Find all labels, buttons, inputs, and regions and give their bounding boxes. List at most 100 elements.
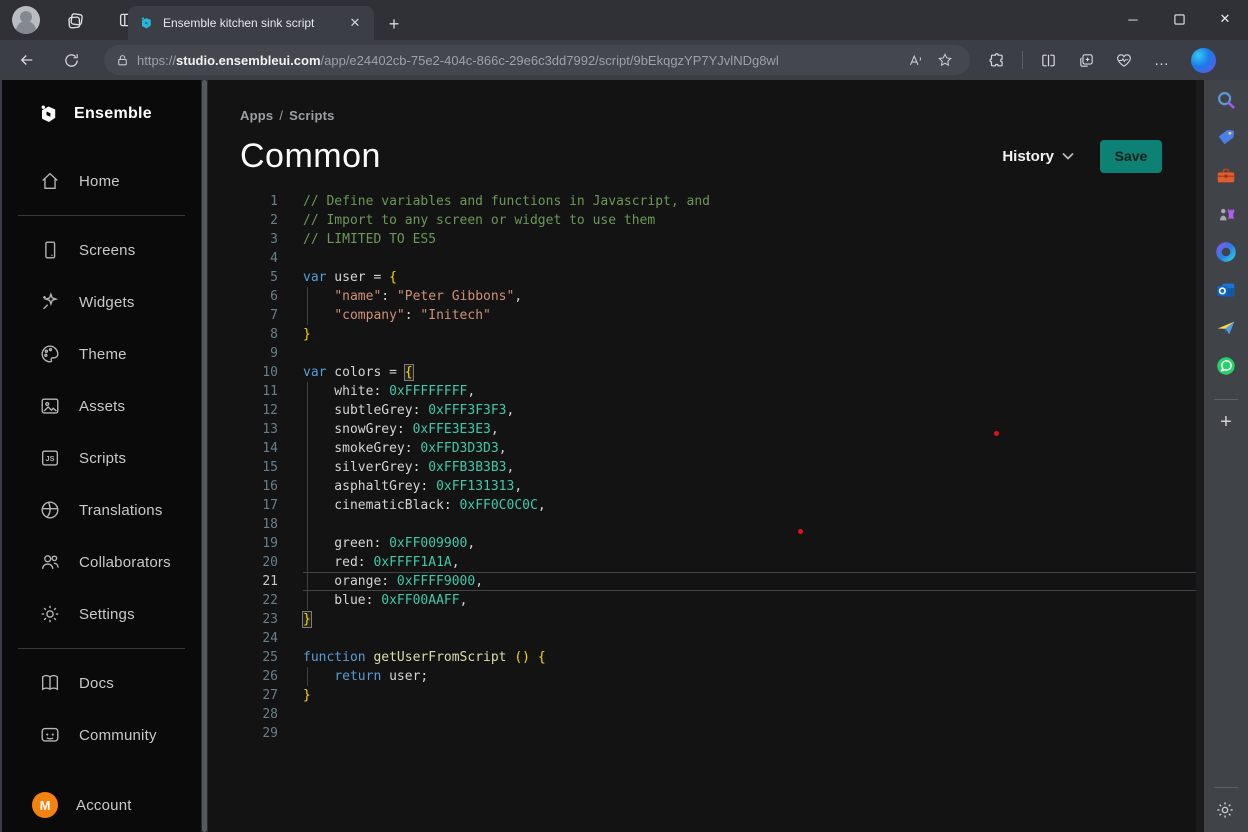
sidebar-item-collaborators[interactable]: Collaborators xyxy=(2,536,201,588)
address-bar[interactable]: https://studio.ensembleui.com/app/e24402… xyxy=(104,45,970,75)
sidebar-item-account[interactable]: M Account xyxy=(2,778,201,832)
editor-line[interactable]: 28 xyxy=(208,705,1196,724)
save-button[interactable]: Save xyxy=(1100,140,1162,173)
games-icon[interactable] xyxy=(1215,203,1237,225)
ensemble-logo-icon xyxy=(36,102,60,126)
sidebar-item-label: Assets xyxy=(79,398,125,415)
window-minimize-button[interactable]: ─ xyxy=(1110,0,1156,38)
translations-icon xyxy=(39,499,61,521)
breadcrumb-scripts[interactable]: Scripts xyxy=(289,108,334,123)
split-screen-icon[interactable] xyxy=(1031,44,1065,76)
sidebar-divider xyxy=(18,215,185,216)
editor-line[interactable]: 1// Define variables and functions in Ja… xyxy=(208,192,1196,211)
browser-essentials-icon[interactable] xyxy=(1107,44,1141,76)
sidebar-item-home[interactable]: Home xyxy=(2,155,201,207)
editor-line[interactable]: 2// Import to any screen or widget to us… xyxy=(208,211,1196,230)
sidebar-scrollbar-thumb[interactable] xyxy=(202,80,207,832)
docs-icon xyxy=(39,672,61,694)
sidebar-item-translations[interactable]: Translations xyxy=(2,484,201,536)
sidebar-divider xyxy=(18,648,185,649)
line-number: 24 xyxy=(208,629,278,648)
editor-line[interactable]: 8} xyxy=(208,325,1196,344)
window-maximize-button[interactable] xyxy=(1156,0,1202,38)
editor-line[interactable]: 17 cinematicBlack: 0xFF0C0C0C, xyxy=(208,496,1196,515)
editor-line[interactable]: 6 "name": "Peter Gibbons", xyxy=(208,287,1196,306)
code-line-text: subtleGrey: 0xFFF3F3F3, xyxy=(303,401,514,420)
sidebar-item-screens[interactable]: Screens xyxy=(2,224,201,276)
sidebar-settings-icon[interactable] xyxy=(1215,800,1237,822)
editor-line[interactable]: 15 silverGrey: 0xFFB3B3B3, xyxy=(208,458,1196,477)
editor-line[interactable]: 20 red: 0xFFFF1A1A, xyxy=(208,553,1196,572)
chevron-down-icon xyxy=(1062,152,1074,160)
editor-line[interactable]: 23} xyxy=(208,610,1196,629)
code-line-text: // LIMITED TO ES5 xyxy=(303,230,436,249)
code-editor[interactable]: 1// Define variables and functions in Ja… xyxy=(208,192,1196,743)
refresh-icon[interactable] xyxy=(54,44,88,76)
breadcrumb-apps[interactable]: Apps xyxy=(240,108,273,123)
editor-line[interactable]: 29 xyxy=(208,724,1196,743)
history-dropdown[interactable]: History xyxy=(1002,148,1074,165)
sidebar-scrollbar[interactable] xyxy=(201,80,208,832)
code-line-text: red: 0xFFFF1A1A, xyxy=(303,553,460,572)
sidebar-item-widgets[interactable]: Widgets xyxy=(2,276,201,328)
editor-line[interactable]: 25function getUserFromScript () { xyxy=(208,648,1196,667)
editor-line[interactable]: 18 xyxy=(208,515,1196,534)
community-icon xyxy=(39,724,61,746)
sidebar-item-community[interactable]: Community xyxy=(2,709,201,761)
copilot-icon[interactable] xyxy=(1191,48,1216,73)
new-tab-button[interactable]: + xyxy=(382,12,406,36)
line-number: 4 xyxy=(208,249,278,268)
sidebar-item-scripts[interactable]: JSScripts xyxy=(2,432,201,484)
profile-avatar[interactable] xyxy=(12,6,40,34)
more-options-icon[interactable]: … xyxy=(1145,44,1179,76)
shopping-icon[interactable] xyxy=(1215,127,1237,149)
editor-line[interactable]: 10var colors = { xyxy=(208,363,1196,382)
search-icon[interactable] xyxy=(1215,89,1237,111)
brand-label: Ensemble xyxy=(74,105,152,123)
editor-line[interactable]: 22 blue: 0xFF00AAFF, xyxy=(208,591,1196,610)
drop-icon[interactable] xyxy=(1215,317,1237,339)
line-number: 19 xyxy=(208,534,278,553)
editor-line[interactable]: 16 asphaltGrey: 0xFF131313, xyxy=(208,477,1196,496)
editor-line[interactable]: 9 xyxy=(208,344,1196,363)
read-aloud-icon[interactable] xyxy=(900,46,930,74)
add-sidebar-item-button[interactable]: + xyxy=(1220,412,1232,432)
brand[interactable]: Ensemble xyxy=(2,80,201,126)
sidebar-item-assets[interactable]: Assets xyxy=(2,380,201,432)
assets-icon xyxy=(39,395,61,417)
sidebar-item-label: Scripts xyxy=(79,450,126,467)
page-scrollbar[interactable] xyxy=(1196,80,1204,832)
editor-line[interactable]: 13 snowGrey: 0xFFE3E3E3, xyxy=(208,420,1196,439)
editor-line[interactable]: 12 subtleGrey: 0xFFF3F3F3, xyxy=(208,401,1196,420)
code-line-text: asphaltGrey: 0xFF131313, xyxy=(303,477,522,496)
editor-line[interactable]: 11 white: 0xFFFFFFFF, xyxy=(208,382,1196,401)
line-number: 13 xyxy=(208,420,278,439)
editor-line[interactable]: 26 return user; xyxy=(208,667,1196,686)
microsoft-365-icon[interactable] xyxy=(1215,241,1237,263)
sidebar-item-docs[interactable]: Docs xyxy=(2,657,201,709)
editor-line[interactable]: 3// LIMITED TO ES5 xyxy=(208,230,1196,249)
tab-close-icon[interactable]: ✕ xyxy=(346,14,364,32)
editor-line[interactable]: 14 smokeGrey: 0xFFD3D3D3, xyxy=(208,439,1196,458)
editor-line[interactable]: 27} xyxy=(208,686,1196,705)
extensions-icon[interactable] xyxy=(980,44,1014,76)
outlook-icon[interactable] xyxy=(1215,279,1237,301)
editor-line[interactable]: 5var user = { xyxy=(208,268,1196,287)
back-icon[interactable] xyxy=(10,44,44,76)
toolbar-separator xyxy=(1022,51,1023,69)
editor-line[interactable]: 19 green: 0xFF009900, xyxy=(208,534,1196,553)
editor-line[interactable]: 4 xyxy=(208,249,1196,268)
whatsapp-icon[interactable] xyxy=(1215,355,1237,377)
toolbox-icon[interactable] xyxy=(1215,165,1237,187)
code-line-text: // Import to any screen or widget to use… xyxy=(303,211,655,230)
editor-line[interactable]: 24 xyxy=(208,629,1196,648)
editor-line[interactable]: 21 orange: 0xFFFF9000, xyxy=(208,572,1196,591)
sidebar-item-theme[interactable]: Theme xyxy=(2,328,201,380)
sidebar-item-settings[interactable]: Settings xyxy=(2,588,201,640)
favorite-star-icon[interactable] xyxy=(930,46,960,74)
workspaces-icon[interactable] xyxy=(58,5,92,35)
window-close-button[interactable]: ✕ xyxy=(1202,0,1248,38)
editor-line[interactable]: 7 "company": "Initech" xyxy=(208,306,1196,325)
collections-icon[interactable] xyxy=(1069,44,1103,76)
browser-tab[interactable]: Ensemble kitchen sink script ✕ xyxy=(128,6,374,40)
